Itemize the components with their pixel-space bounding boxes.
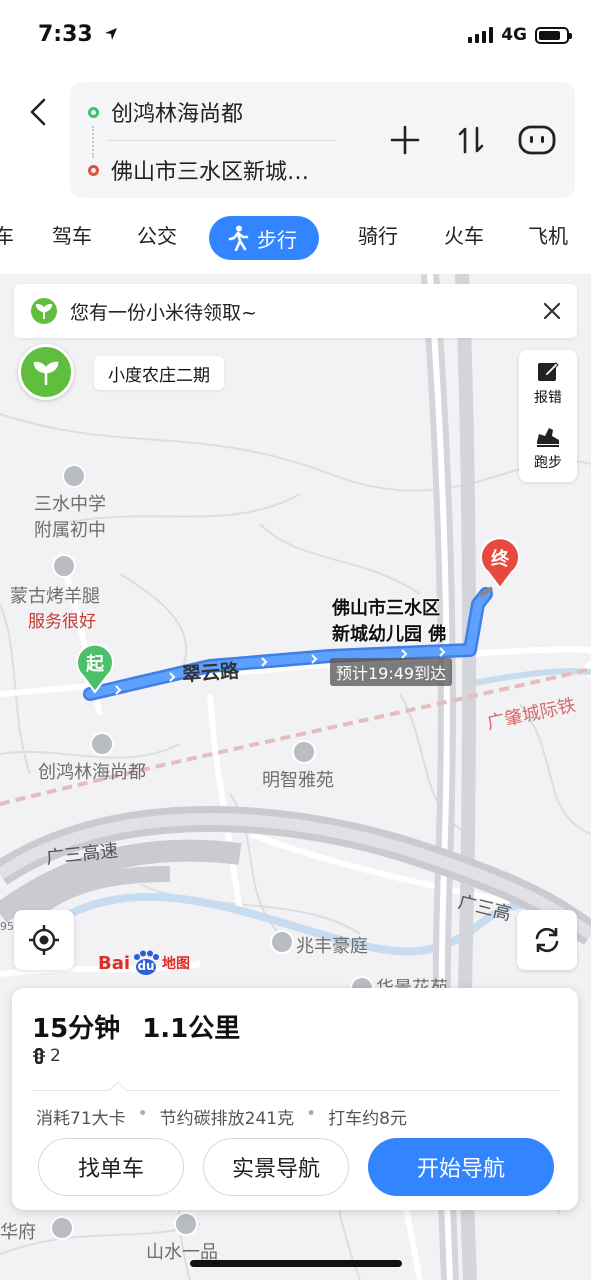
divider-notch bbox=[109, 1081, 127, 1099]
restaurant-label: 蒙古烤羊腿 bbox=[10, 586, 100, 607]
find-bike-button[interactable]: 找单车 bbox=[38, 1138, 184, 1196]
start-dot-icon bbox=[88, 106, 99, 118]
calories: 消耗71大卡 bbox=[36, 1109, 126, 1129]
zhaofeng-poi-icon[interactable] bbox=[270, 930, 294, 954]
carbon-saving: 节约碳排放241克 bbox=[159, 1109, 295, 1129]
refresh-icon bbox=[535, 927, 559, 953]
huafu-label: 华府 bbox=[0, 1222, 36, 1243]
route-summary: 15分钟 1.1公里 bbox=[32, 1008, 240, 1045]
report-error-label: 报错 bbox=[534, 390, 562, 406]
locate-button[interactable] bbox=[14, 910, 74, 970]
school-poi-icon[interactable] bbox=[62, 464, 86, 488]
end-dot-icon bbox=[88, 164, 99, 176]
tab-plane[interactable]: 飞机 bbox=[528, 220, 568, 249]
sprout-icon bbox=[31, 298, 57, 324]
tab-walk[interactable]: 步行 bbox=[209, 216, 319, 260]
travel-mode-tabs: 车 驾车 公交 步行 骑行 火车 飞机 bbox=[0, 212, 591, 268]
add-waypoint-button[interactable] bbox=[385, 120, 425, 160]
edit-icon bbox=[538, 362, 559, 381]
start-navigation-button[interactable]: 开始导航 bbox=[368, 1138, 554, 1196]
start-marker[interactable]: 起 bbox=[74, 642, 116, 694]
route-duration: 15分钟 bbox=[32, 1014, 121, 1044]
paw-icon: du bbox=[131, 950, 161, 976]
origin-poi-label: 创鸿林海尚都 bbox=[38, 762, 146, 783]
refresh-route-button[interactable] bbox=[517, 910, 577, 970]
location-arrow-icon bbox=[105, 28, 118, 40]
eta-tag: 预计19:49到达 bbox=[330, 658, 453, 686]
walking-person-icon bbox=[228, 225, 249, 251]
voice-assistant-button[interactable] bbox=[517, 120, 557, 160]
shanshui-poi-icon[interactable] bbox=[174, 1212, 198, 1236]
restaurant-poi-icon[interactable] bbox=[52, 554, 76, 578]
farm-button[interactable] bbox=[18, 344, 74, 400]
banner-text: 您有一份小米待领取~ bbox=[70, 301, 257, 324]
network-label: 4G bbox=[501, 25, 527, 45]
running-label: 跑步 bbox=[534, 455, 562, 471]
crosshair-icon bbox=[29, 925, 59, 955]
end-marker[interactable]: 终 bbox=[478, 536, 522, 590]
crossings-count: 2 bbox=[50, 1046, 61, 1066]
close-icon[interactable] bbox=[543, 302, 561, 320]
running-button[interactable]: 跑步 bbox=[519, 416, 577, 482]
route-stats: 消耗71大卡 • 节约碳排放241克 • 打车约8元 bbox=[36, 1104, 407, 1129]
taxi-estimate: 打车约8元 bbox=[328, 1109, 407, 1129]
sneaker-icon bbox=[537, 428, 559, 447]
school-label: 三水中学 附属初中 bbox=[34, 494, 106, 541]
crossings-info: 2 bbox=[32, 1046, 61, 1066]
status-bar: 7:33 4G bbox=[0, 0, 591, 72]
start-field[interactable]: 创鸿林海尚都 bbox=[88, 96, 243, 128]
swap-icon bbox=[458, 126, 484, 154]
huafu-poi-icon[interactable] bbox=[50, 1216, 74, 1240]
sprout-icon bbox=[33, 361, 59, 385]
farm-label[interactable]: 小度农庄二期 bbox=[94, 356, 224, 390]
tab-train[interactable]: 火车 bbox=[444, 220, 484, 249]
end-field[interactable]: 佛山市三水区新城… bbox=[88, 154, 309, 186]
tab-partial[interactable]: 车 bbox=[0, 220, 14, 249]
edge-number: 95 bbox=[0, 920, 14, 933]
route-distance: 1.1公里 bbox=[142, 1014, 241, 1044]
home-indicator[interactable] bbox=[190, 1260, 402, 1267]
swap-route-button[interactable] bbox=[451, 120, 491, 160]
route-input-box: 创鸿林海尚都 佛山市三水区新城… bbox=[70, 82, 575, 198]
ar-navigation-button[interactable]: 实景导航 bbox=[203, 1138, 349, 1196]
end-location: 佛山市三水区新城… bbox=[111, 160, 310, 185]
route-divider bbox=[108, 140, 336, 141]
tab-drive[interactable]: 驾车 bbox=[52, 220, 92, 249]
logo-bai: Bai bbox=[98, 952, 131, 974]
end-marker-label: 终 bbox=[491, 549, 509, 570]
baidu-map-logo: Bai du 地图 bbox=[98, 950, 190, 976]
logo-du: du bbox=[137, 959, 155, 973]
traffic-light-icon bbox=[33, 1048, 45, 1064]
promo-banner[interactable]: 您有一份小米待领取~ bbox=[14, 284, 577, 338]
tab-walk-label: 步行 bbox=[257, 227, 297, 252]
signal-icon bbox=[468, 27, 494, 43]
chevron-left-icon bbox=[30, 98, 46, 126]
start-marker-label: 起 bbox=[86, 654, 104, 675]
mingzhi-label: 明智雅苑 bbox=[262, 770, 334, 791]
status-time: 7:33 bbox=[38, 22, 118, 47]
battery-icon bbox=[535, 26, 572, 44]
tab-ride[interactable]: 骑行 bbox=[358, 220, 398, 249]
side-tools: 报错 跑步 bbox=[519, 350, 577, 482]
restaurant-tag: 服务很好 bbox=[28, 612, 96, 632]
tab-bus[interactable]: 公交 bbox=[137, 220, 177, 249]
destination-callout[interactable]: 佛山市三水区 新城幼儿园 佛 bbox=[332, 596, 446, 648]
mingzhi-poi-icon[interactable] bbox=[292, 740, 316, 764]
origin-poi-icon[interactable] bbox=[90, 732, 114, 756]
zhaofeng-label: 兆丰豪庭 bbox=[296, 936, 368, 957]
assistant-icon bbox=[518, 125, 556, 155]
status-indicators: 4G bbox=[468, 25, 572, 45]
plus-icon bbox=[390, 125, 420, 155]
report-error-button[interactable]: 报错 bbox=[519, 350, 577, 416]
back-button[interactable] bbox=[18, 92, 58, 132]
route-summary-card[interactable]: 15分钟 1.1公里 2 消耗71大卡 • 节约碳排放241克 • 打车约8元 找… bbox=[12, 988, 578, 1210]
logo-map: 地图 bbox=[162, 956, 191, 972]
road-label: 翠云路 bbox=[181, 660, 240, 686]
start-location: 创鸿林海尚都 bbox=[111, 102, 244, 127]
